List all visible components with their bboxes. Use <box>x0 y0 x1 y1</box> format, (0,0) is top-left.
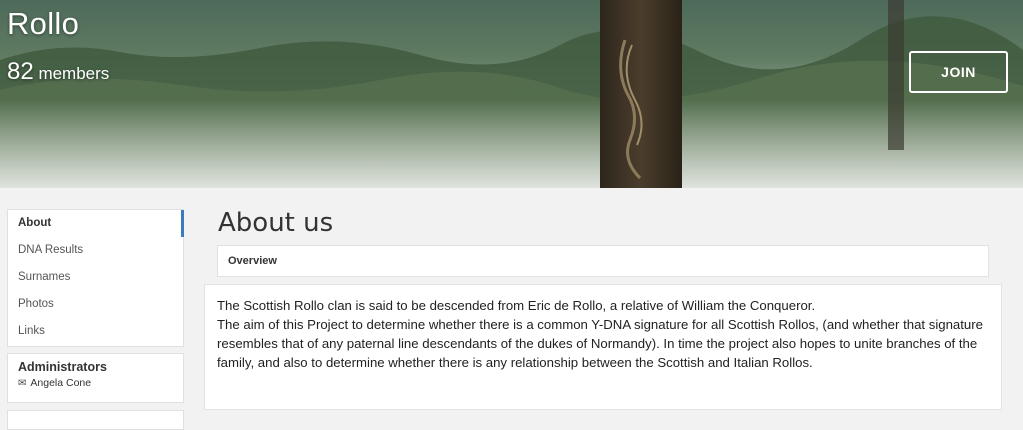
administrators-title: Administrators <box>18 360 107 374</box>
administrators-panel: Administrators ✉ Angela Cone <box>7 353 184 403</box>
mail-icon: ✉ <box>18 377 27 389</box>
sidebar-item-dna-results[interactable]: DNA Results <box>8 237 183 264</box>
member-count-label: members <box>38 64 110 83</box>
about-content: The Scottish Rollo clan is said to be de… <box>204 284 1002 410</box>
member-count: 82 members <box>7 58 109 86</box>
admin-name[interactable]: Angela Cone <box>30 377 91 389</box>
banner-image <box>0 0 1023 188</box>
join-button[interactable]: JOIN <box>909 51 1008 93</box>
sidebar-item-surnames[interactable]: Surnames <box>8 264 183 291</box>
page-title: About us <box>218 208 334 238</box>
section-header-overview: Overview <box>217 245 989 277</box>
group-title: Rollo <box>7 6 80 41</box>
sidebar-item-about[interactable]: About <box>8 210 184 237</box>
sidebar-nav: About DNA Results Surnames Photos Links <box>7 209 184 347</box>
hero-banner: Rollo 82 members JOIN <box>0 0 1023 188</box>
about-paragraph: The aim of this Project to determine whe… <box>217 317 983 370</box>
admin-row[interactable]: ✉ Angela Cone <box>18 377 173 389</box>
sidebar-item-photos[interactable]: Photos <box>8 291 183 318</box>
member-count-number: 82 <box>7 58 34 85</box>
about-paragraph: The Scottish Rollo clan is said to be de… <box>217 298 816 313</box>
sidebar-item-links[interactable]: Links <box>8 318 183 345</box>
sidebar-next-panel <box>7 410 184 430</box>
